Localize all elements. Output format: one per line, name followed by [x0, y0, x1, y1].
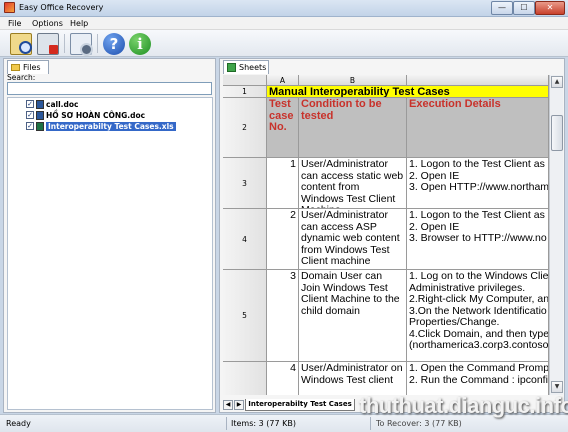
row-header[interactable]: 1 [223, 86, 267, 98]
menu-help[interactable]: Help [70, 19, 88, 28]
word-file-icon [36, 111, 44, 120]
scroll-thumb[interactable] [551, 115, 563, 151]
table-cell[interactable]: 1. Logon to the Test Client as 2. Open I… [407, 209, 549, 270]
sheets-panel: Sheets A B 1 Manual Interoperability Tes… [219, 58, 565, 413]
info-icon[interactable]: i [129, 33, 151, 55]
tab-files[interactable]: Files [7, 60, 49, 74]
file-tree[interactable]: ✓ call.doc ✓ HỒ SƠ HOÀN CÔNG.doc ✓ Inter… [7, 97, 213, 410]
folder-icon [11, 64, 20, 71]
status-divider [226, 417, 227, 430]
search-label: Search: [7, 73, 36, 82]
status-ready: Ready [6, 419, 31, 428]
window-title: Easy Office Recovery [19, 3, 104, 12]
status-to-recover: To Recover: 3 (77 KB) [376, 419, 462, 428]
tab-files-label: Files [23, 63, 41, 72]
column-header-b[interactable]: B [299, 75, 407, 86]
menu-bar: File Options Help [0, 17, 568, 30]
table-cell[interactable]: 1. Logon to the Test Client as 2. Open I… [407, 158, 549, 209]
row-header[interactable] [223, 362, 267, 395]
options-icon[interactable] [70, 33, 93, 56]
header-cell[interactable]: Condition to be tested [299, 98, 407, 158]
open-file-icon[interactable] [10, 33, 32, 55]
toolbar: ? i [0, 30, 568, 57]
table-cell[interactable]: Domain User can Join Windows Test Client… [299, 270, 407, 362]
header-cell[interactable]: Test case No. [267, 98, 299, 158]
table-cell[interactable]: 2 [267, 209, 299, 270]
tab-sheets[interactable]: Sheets [223, 60, 269, 74]
column-header-c[interactable] [407, 75, 549, 86]
file-name: HỒ SƠ HOÀN CÔNG.doc [46, 111, 146, 120]
word-file-icon [36, 100, 44, 109]
menu-file[interactable]: File [8, 19, 21, 28]
table-cell[interactable]: 1. Log on to the Windows Clie Administra… [407, 270, 549, 362]
column-header-a[interactable]: A [267, 75, 299, 86]
title-bar: Easy Office Recovery — ☐ ✕ [0, 0, 568, 17]
toolbar-separator [64, 34, 65, 53]
files-panel: Files Search: ✓ call.doc ✓ HỒ SƠ HOÀN CÔ… [3, 58, 216, 413]
tab-sheets-label: Sheets [239, 63, 267, 72]
file-name: Interoperabilty Test Cases.xls [46, 122, 176, 131]
recover-icon[interactable] [37, 33, 59, 55]
table-cell[interactable]: User/Administrator can access ASP dynami… [299, 209, 407, 270]
scroll-down-icon[interactable]: ▼ [551, 381, 563, 393]
next-sheet-icon[interactable]: ▶ [234, 400, 244, 410]
checkbox-icon[interactable]: ✓ [26, 111, 34, 119]
checkbox-icon[interactable]: ✓ [26, 122, 34, 130]
watermark: thuthuat.dianguc.info [359, 393, 568, 418]
vertical-scrollbar[interactable]: ▲ ▼ [549, 75, 563, 395]
toolbar-separator [97, 34, 98, 53]
table-cell[interactable]: 1. Open the Command Promp 2. Run the Com… [407, 362, 549, 395]
title-cell[interactable]: Manual Interoperability Test Cases [267, 86, 549, 98]
search-input[interactable] [7, 82, 212, 95]
table-cell[interactable]: 3 [267, 270, 299, 362]
file-name: call.doc [46, 100, 79, 109]
table-cell[interactable]: 4 [267, 362, 299, 395]
prev-sheet-icon[interactable]: ◀ [223, 400, 233, 410]
row-header[interactable]: 5 [223, 270, 267, 362]
excel-file-icon [36, 122, 44, 131]
row-header[interactable]: 2 [223, 98, 267, 158]
menu-options[interactable]: Options [32, 19, 63, 28]
maximize-button[interactable]: ☐ [513, 1, 535, 15]
table-cell[interactable]: User/Administrator can access static web… [299, 158, 407, 209]
header-cell[interactable]: Execution Details [407, 98, 549, 158]
spreadsheet-grid[interactable]: A B 1 Manual Interoperability Test Cases… [223, 75, 549, 395]
sheet-tab[interactable]: Interoperabilty Test Cases [245, 399, 355, 411]
table-cell[interactable]: 1 [267, 158, 299, 209]
table-cell[interactable]: User/Administrator on Windows Test clien… [299, 362, 407, 395]
grid-corner [223, 75, 267, 86]
status-items: Items: 3 (77 KB) [231, 419, 296, 428]
checkbox-icon[interactable]: ✓ [26, 100, 34, 108]
row-header[interactable]: 4 [223, 209, 267, 270]
minimize-button[interactable]: — [491, 1, 513, 15]
sheet-icon [227, 63, 236, 72]
help-icon[interactable]: ? [103, 33, 125, 55]
close-button[interactable]: ✕ [535, 1, 565, 15]
row-header[interactable]: 3 [223, 158, 267, 209]
app-logo-icon [4, 2, 15, 13]
scroll-up-icon[interactable]: ▲ [551, 76, 563, 88]
